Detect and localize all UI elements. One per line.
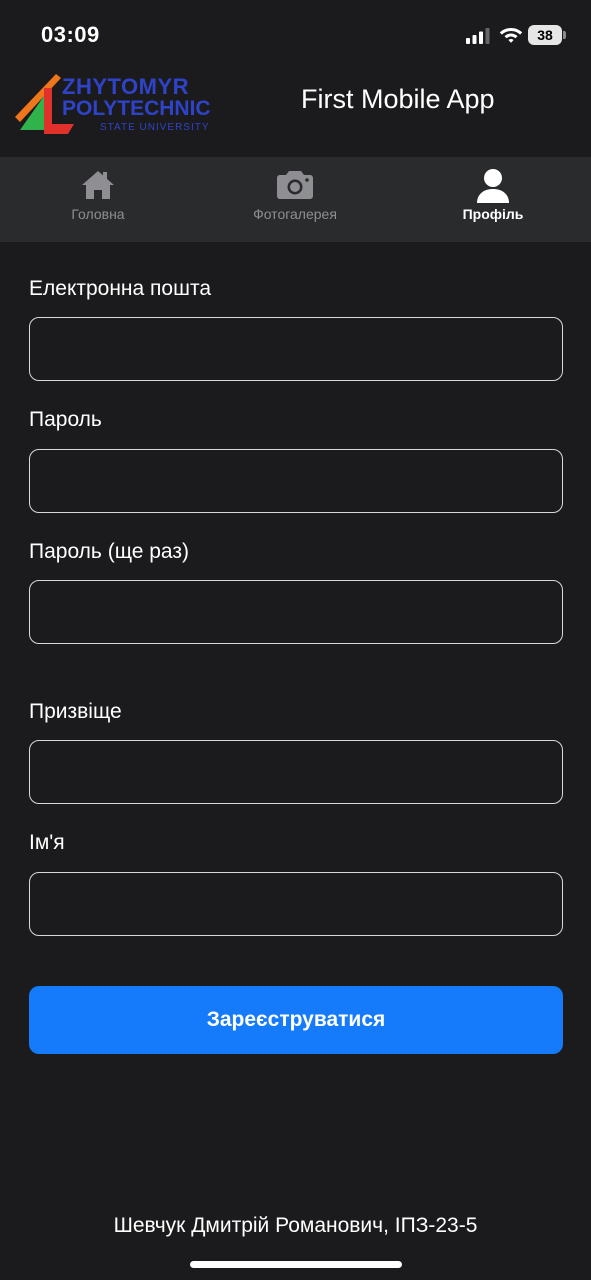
- password-field[interactable]: [29, 449, 563, 513]
- tab-profile[interactable]: Профіль: [437, 157, 549, 242]
- battery-level: 38: [537, 27, 553, 43]
- university-logo: ZHYTOMYR POLYTECHNIC STATE UNIVERSITY: [14, 70, 219, 134]
- app-header: ZHYTOMYR POLYTECHNIC STATE UNIVERSITY Fi…: [0, 66, 591, 157]
- password-repeat-field[interactable]: [29, 580, 563, 644]
- status-time: 03:09: [41, 22, 100, 47]
- tab-profile-label: Профіль: [462, 206, 524, 222]
- name-field[interactable]: [29, 872, 563, 936]
- camera-icon: [277, 171, 313, 199]
- status-bar: 03:09 38: [0, 0, 591, 66]
- battery-tip: [563, 31, 566, 39]
- surname-field[interactable]: [29, 740, 563, 804]
- author-footer: Шевчук Дмитрій Романович, ІПЗ-23-5: [113, 1214, 478, 1237]
- tab-gallery[interactable]: Фотогалерея: [230, 157, 360, 242]
- battery-icon: 38: [528, 25, 566, 45]
- name-label: Ім'я: [29, 831, 65, 854]
- tab-home[interactable]: Головна: [38, 157, 158, 242]
- tab-gallery-label: Фотогалерея: [253, 206, 337, 222]
- logo-text-line2: POLYTECHNIC: [62, 97, 211, 120]
- wifi-icon: [499, 28, 523, 43]
- email-label: Електронна пошта: [29, 277, 212, 300]
- cellular-signal-icon: [466, 28, 490, 44]
- app-title: First Mobile App: [301, 84, 495, 114]
- top-tab-bar: Головна Фотогалерея Профіль: [0, 157, 591, 242]
- logo-text-line3: STATE UNIVERSITY: [100, 122, 210, 133]
- home-icon: [82, 171, 114, 199]
- person-icon: [477, 169, 509, 203]
- email-field[interactable]: [29, 317, 563, 381]
- register-button[interactable]: Зареєструватися: [29, 986, 563, 1054]
- tab-home-label: Головна: [71, 206, 125, 222]
- password-repeat-label: Пароль (ще раз): [29, 540, 189, 563]
- home-indicator[interactable]: [190, 1261, 402, 1268]
- password-label: Пароль: [29, 408, 102, 431]
- surname-label: Призвіще: [29, 700, 122, 723]
